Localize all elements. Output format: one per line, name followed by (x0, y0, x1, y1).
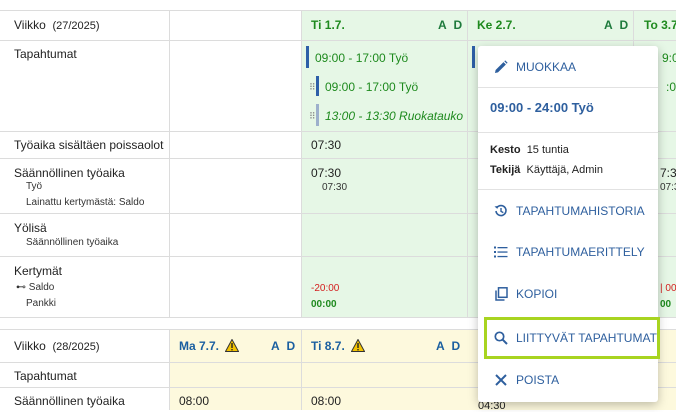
menu-item-copy[interactable]: KOPIOI (478, 278, 658, 310)
row-sublabel-tyo: Työ (26, 181, 43, 192)
event-item[interactable]: 09:00 - 17:00 Työ (315, 51, 408, 65)
day-header-wed-2-7[interactable]: Ke 2.7. (477, 18, 516, 32)
value-saannollinen-sub: 07:30 (322, 182, 348, 193)
history-icon (492, 204, 510, 218)
partial-event: :00 (666, 80, 676, 94)
warning-icon (225, 339, 240, 352)
partial-event: 9:00 (662, 51, 676, 65)
row-sublabel-pankki: Pankki (26, 298, 57, 309)
week1-label: Viikko (27/2025) (14, 18, 100, 32)
row-sublabel-yolisa: Säännöllinen työaika (26, 237, 119, 248)
event-item[interactable]: 09:00 - 17:00 Työ (325, 80, 418, 94)
search-icon (492, 331, 510, 345)
menu-item-breakdown[interactable]: TAPAHTUMAERITTELY (478, 236, 658, 268)
week2-label: Viikko (28/2025) (14, 339, 100, 353)
menu-item-delete[interactable]: POISTA (478, 364, 658, 396)
row-sublabel-lainattu: Lainattu kertymästä: Saldo (26, 197, 145, 208)
partial-saldo: | 00 (660, 283, 676, 294)
copy-icon (492, 287, 510, 301)
row-label-yolisa: Yölisä (14, 221, 47, 235)
partial-value: 07:30 (660, 182, 676, 193)
value-saannollinen: 07:30 (311, 166, 342, 180)
event-bar (306, 46, 309, 68)
row-label-saannollinen-w2: Säännöllinen työaika (14, 394, 125, 408)
ad-buttons-mon[interactable]: A D (271, 339, 297, 353)
event-item-break[interactable]: 13:00 - 13:30 Ruokatauko (325, 109, 463, 123)
ad-buttons-wed[interactable]: A D (604, 18, 630, 32)
ad-buttons-tue2[interactable]: A D (436, 339, 462, 353)
day-header-tue-8-7[interactable]: Ti 8.7. (311, 339, 366, 353)
day-header-tue-1-7[interactable]: Ti 1.7. (311, 18, 345, 32)
row-label-tapahtumat: Tapahtumat (14, 47, 77, 61)
menu-kesto: Kesto 15 tuntia (490, 144, 569, 156)
ad-buttons-tue[interactable]: A D (438, 18, 464, 32)
value-pankki: 00:00 (311, 299, 337, 310)
menu-item-edit[interactable]: MUOKKAA (478, 51, 658, 83)
menu-item-history[interactable]: TAPAHTUMAHISTORIA (478, 195, 658, 227)
pencil-icon (492, 60, 510, 74)
event-bar-wed (472, 46, 475, 68)
row-label-tyoaika: Työaika sisältäen poissaolot (14, 138, 164, 152)
menu-tekija: Tekijä Käyttäjä, Admin (490, 164, 603, 176)
event-context-menu: MUOKKAA 09:00 - 24:00 Työ Kesto 15 tunti… (478, 46, 660, 402)
value-mon: 08:00 (179, 394, 210, 408)
menu-item-related[interactable]: LIITTYVÄT TAPAHTUMAT (484, 317, 660, 359)
row-label-tapahtumat-w2: Tapahtumat (14, 369, 77, 383)
value-tue: 08:00 (311, 394, 342, 408)
partial-pankki: 00 (660, 299, 672, 310)
link-arrow-icon: ⊷ (16, 282, 29, 293)
list-icon (492, 246, 510, 258)
drag-handle-icon[interactable]: ⠿ (309, 82, 316, 93)
warning-icon (351, 339, 366, 352)
day-header-thu-3-7[interactable]: To 3.7 (644, 18, 676, 32)
day-header-mon-7-7[interactable]: Ma 7.7. (179, 339, 240, 353)
row-label-kertymat: Kertymät (14, 264, 63, 278)
row-sublabel-saldo: ⊷ Saldo (16, 282, 55, 293)
row-label-saannollinen: Säännöllinen työaika (14, 166, 125, 180)
close-icon (492, 374, 510, 386)
value-tyoaika: 07:30 (311, 138, 342, 152)
event-bar (316, 104, 319, 126)
value-saldo: -20:00 (311, 283, 340, 294)
event-bar (316, 76, 319, 96)
partial-value: 7:30 (660, 166, 676, 180)
drag-handle-icon[interactable]: ⠿ (309, 111, 316, 122)
menu-event-title: 09:00 - 24:00 Työ (490, 100, 594, 115)
